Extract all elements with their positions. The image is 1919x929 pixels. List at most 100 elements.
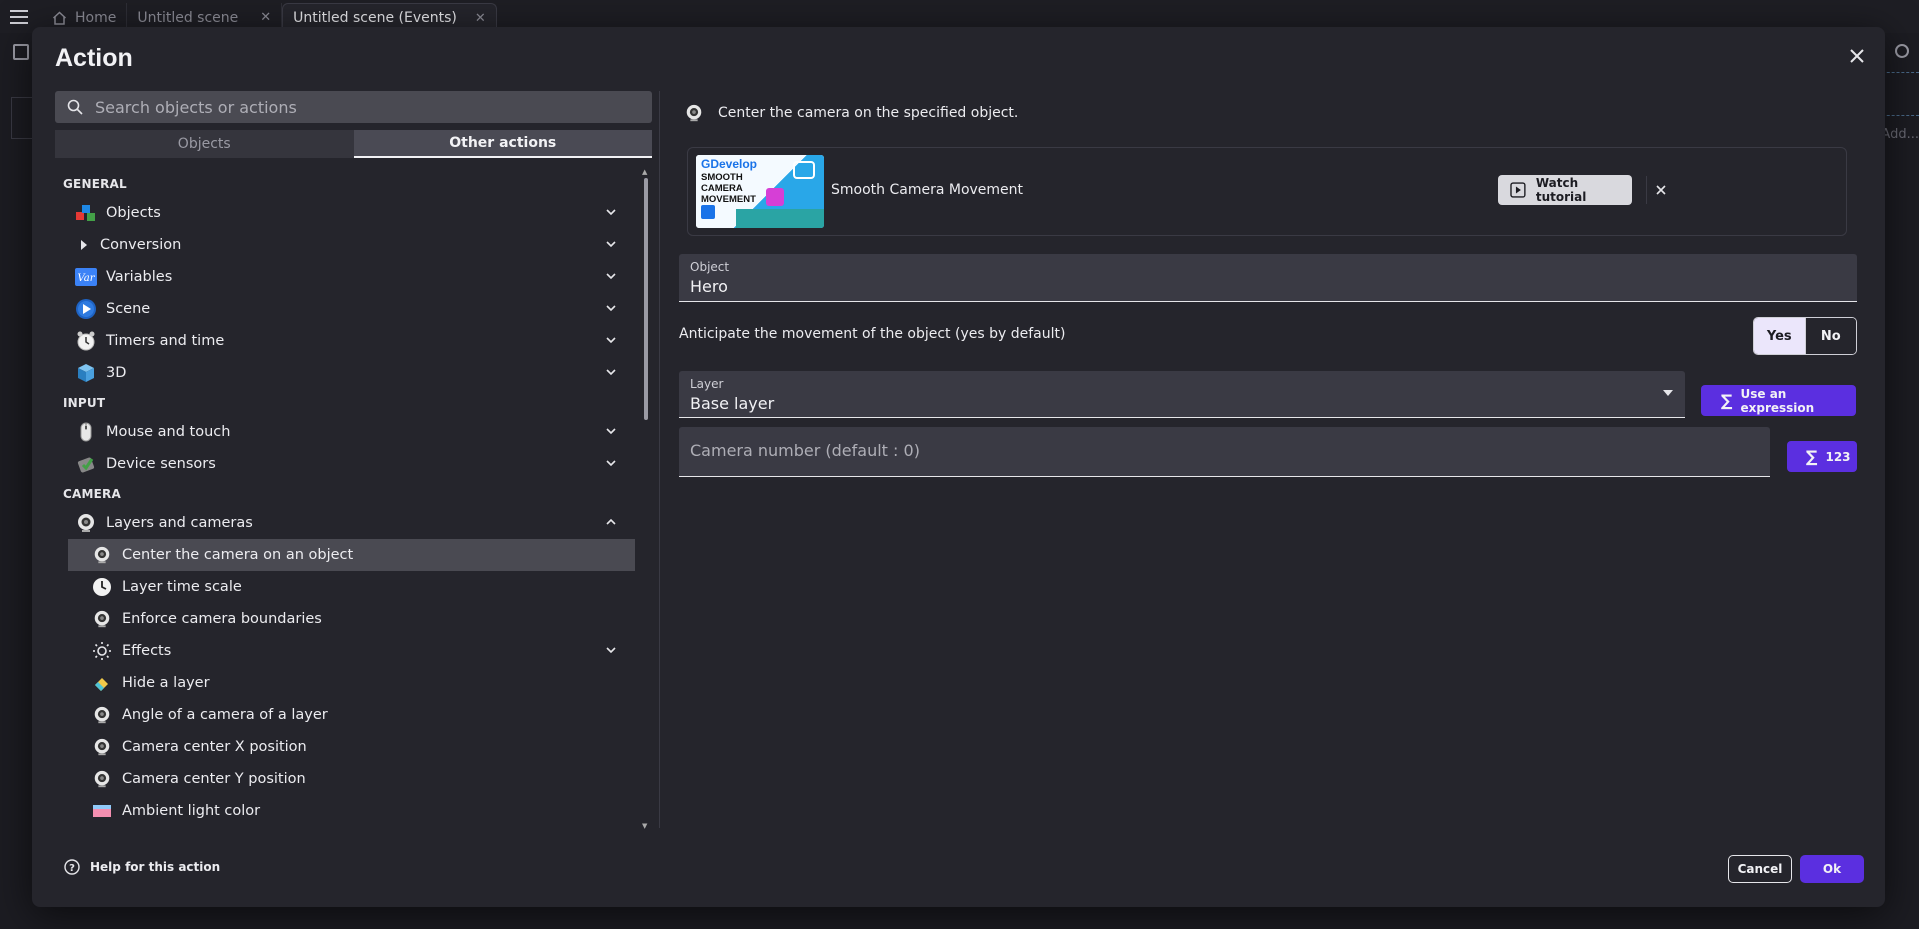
dropdown-arrow-icon[interactable] xyxy=(1663,390,1673,396)
tab-label: Untitled scene (Events) xyxy=(293,10,457,26)
thumb-title-line: MOVEMENT xyxy=(701,194,756,205)
watch-tutorial-button[interactable]: Watch tutorial xyxy=(1498,175,1632,205)
chevron-down-icon[interactable] xyxy=(605,457,617,469)
cancel-button[interactable]: Cancel xyxy=(1728,855,1792,883)
object-field-label: Object xyxy=(690,260,730,274)
camera-number-placeholder: Camera number (default : 0) xyxy=(690,441,920,460)
anticipate-toggle: Yes No xyxy=(1753,317,1857,355)
search-bar[interactable] xyxy=(55,91,652,123)
object-field[interactable]: Object Hero xyxy=(679,254,1857,302)
tab-home-label: Home xyxy=(75,9,117,26)
chevron-down-icon[interactable] xyxy=(605,270,617,282)
objects-icon xyxy=(75,202,97,224)
add-text: Add... xyxy=(1881,127,1919,142)
tab-objects[interactable]: Objects xyxy=(55,130,354,158)
list-item-objects[interactable]: Objects xyxy=(55,197,635,229)
chevron-down-icon[interactable] xyxy=(605,425,617,437)
list-item-layers-cameras[interactable]: Layers and cameras xyxy=(55,507,635,539)
chevron-down-icon[interactable] xyxy=(605,238,617,250)
item-label: Effects xyxy=(122,643,172,659)
layer-field-label: Layer xyxy=(690,377,724,391)
webcam-icon xyxy=(91,704,113,726)
list-item-timers[interactable]: Timers and time xyxy=(55,325,635,357)
caret-right-icon xyxy=(81,240,87,250)
sun-icon xyxy=(91,640,113,662)
item-label: Timers and time xyxy=(106,333,225,349)
item-label: Mouse and touch xyxy=(106,424,231,440)
list-scrollbar[interactable]: ▲ ▼ xyxy=(642,168,650,830)
chevron-down-icon[interactable] xyxy=(605,366,617,378)
layer-field-value: Base layer xyxy=(690,394,775,413)
clock-icon xyxy=(91,576,113,598)
list-item-mouse[interactable]: Mouse and touch xyxy=(55,416,635,448)
search-icon xyxy=(67,99,83,115)
expression-number-button[interactable]: ∑ 123 xyxy=(1787,441,1857,472)
use-expression-label: Use an expression xyxy=(1740,386,1815,415)
item-label: Hide a layer xyxy=(122,675,210,691)
layer-select[interactable]: Layer Base layer xyxy=(679,371,1685,418)
thumb-logo-icon xyxy=(701,205,715,219)
chevron-down-icon[interactable] xyxy=(605,644,617,656)
thumb-platform xyxy=(736,209,824,228)
list-item-layer-time-scale[interactable]: Layer time scale xyxy=(55,571,635,603)
item-label: Scene xyxy=(106,301,151,317)
dialog-title: Action xyxy=(55,44,133,72)
list-item-camera-x[interactable]: Camera center X position xyxy=(55,731,635,763)
close-icon[interactable] xyxy=(1846,45,1868,67)
item-label: 3D xyxy=(106,365,127,381)
list-item-conversion[interactable]: Conversion xyxy=(55,229,635,261)
scrollbar-thumb[interactable] xyxy=(644,178,648,420)
video-icon xyxy=(1510,182,1526,198)
item-label: Camera center X position xyxy=(122,739,307,755)
panel-divider xyxy=(659,91,660,828)
camera-number-field[interactable]: Camera number (default : 0) xyxy=(679,427,1770,477)
list-item-enforce-bounds[interactable]: Enforce camera boundaries xyxy=(55,603,635,635)
play-icon xyxy=(75,298,97,320)
list-item-variables[interactable]: Var Variables xyxy=(55,261,635,293)
item-label: Objects xyxy=(106,205,161,221)
sigma-icon: ∑ xyxy=(1721,391,1733,410)
list-item-center-camera[interactable]: Center the camera on an object xyxy=(68,539,635,571)
no-option[interactable]: No xyxy=(1804,318,1856,354)
svg-text:?: ? xyxy=(69,863,75,874)
dismiss-tutorial-button[interactable] xyxy=(1646,176,1674,204)
item-label: Variables xyxy=(106,269,173,285)
number-label: 123 xyxy=(1825,449,1851,464)
close-tab-icon[interactable]: ✕ xyxy=(475,11,486,26)
scroll-down-icon[interactable]: ▼ xyxy=(642,822,647,830)
ok-button[interactable]: Ok xyxy=(1800,855,1864,883)
object-field-value[interactable]: Hero xyxy=(690,277,728,296)
close-tab-icon[interactable]: ✕ xyxy=(260,10,271,25)
yes-option[interactable]: Yes xyxy=(1754,318,1805,354)
menu-icon[interactable] xyxy=(0,0,38,33)
chevron-up-icon[interactable] xyxy=(605,516,617,528)
chevron-down-icon[interactable] xyxy=(605,302,617,314)
tutorial-thumbnail[interactable]: GDevelop SMOOTH CAMERA MOVEMENT xyxy=(696,155,824,228)
list-item-ambient-light[interactable]: Ambient light color xyxy=(55,795,635,827)
list-item-3d[interactable]: 3D xyxy=(55,357,635,389)
list-item-camera-y[interactable]: Camera center Y position xyxy=(55,763,635,795)
list-item-hide-layer[interactable]: Hide a layer xyxy=(55,667,635,699)
action-tabs: Objects Other actions xyxy=(55,130,652,158)
tutorial-name: Smooth Camera Movement xyxy=(831,182,1024,198)
section-general: GENERAL xyxy=(63,176,127,191)
tab-other-actions[interactable]: Other actions xyxy=(353,130,652,158)
item-label: Enforce camera boundaries xyxy=(122,611,322,627)
action-list: GENERAL Objects Conversion Var Variables xyxy=(55,170,635,830)
chevron-down-icon[interactable] xyxy=(605,334,617,346)
list-item-camera-angle[interactable]: Angle of a camera of a layer xyxy=(55,699,635,731)
scroll-up-icon[interactable]: ▲ xyxy=(642,168,647,176)
help-link[interactable]: ? Help for this action xyxy=(64,859,220,875)
chevron-down-icon[interactable] xyxy=(605,206,617,218)
search-input[interactable] xyxy=(95,97,635,117)
tab-label: Untitled scene xyxy=(137,9,239,26)
item-label: Conversion xyxy=(100,237,182,253)
list-item-sensors[interactable]: Device sensors xyxy=(55,448,635,480)
item-label: Device sensors xyxy=(106,456,216,472)
list-item-scene[interactable]: Scene xyxy=(55,293,635,325)
variable-icon: Var xyxy=(75,266,97,288)
item-label: Ambient light color xyxy=(122,803,261,819)
use-expression-button[interactable]: ∑ Use an expression xyxy=(1701,385,1856,416)
webcam-icon xyxy=(91,736,113,758)
list-item-effects[interactable]: Effects xyxy=(55,635,635,667)
